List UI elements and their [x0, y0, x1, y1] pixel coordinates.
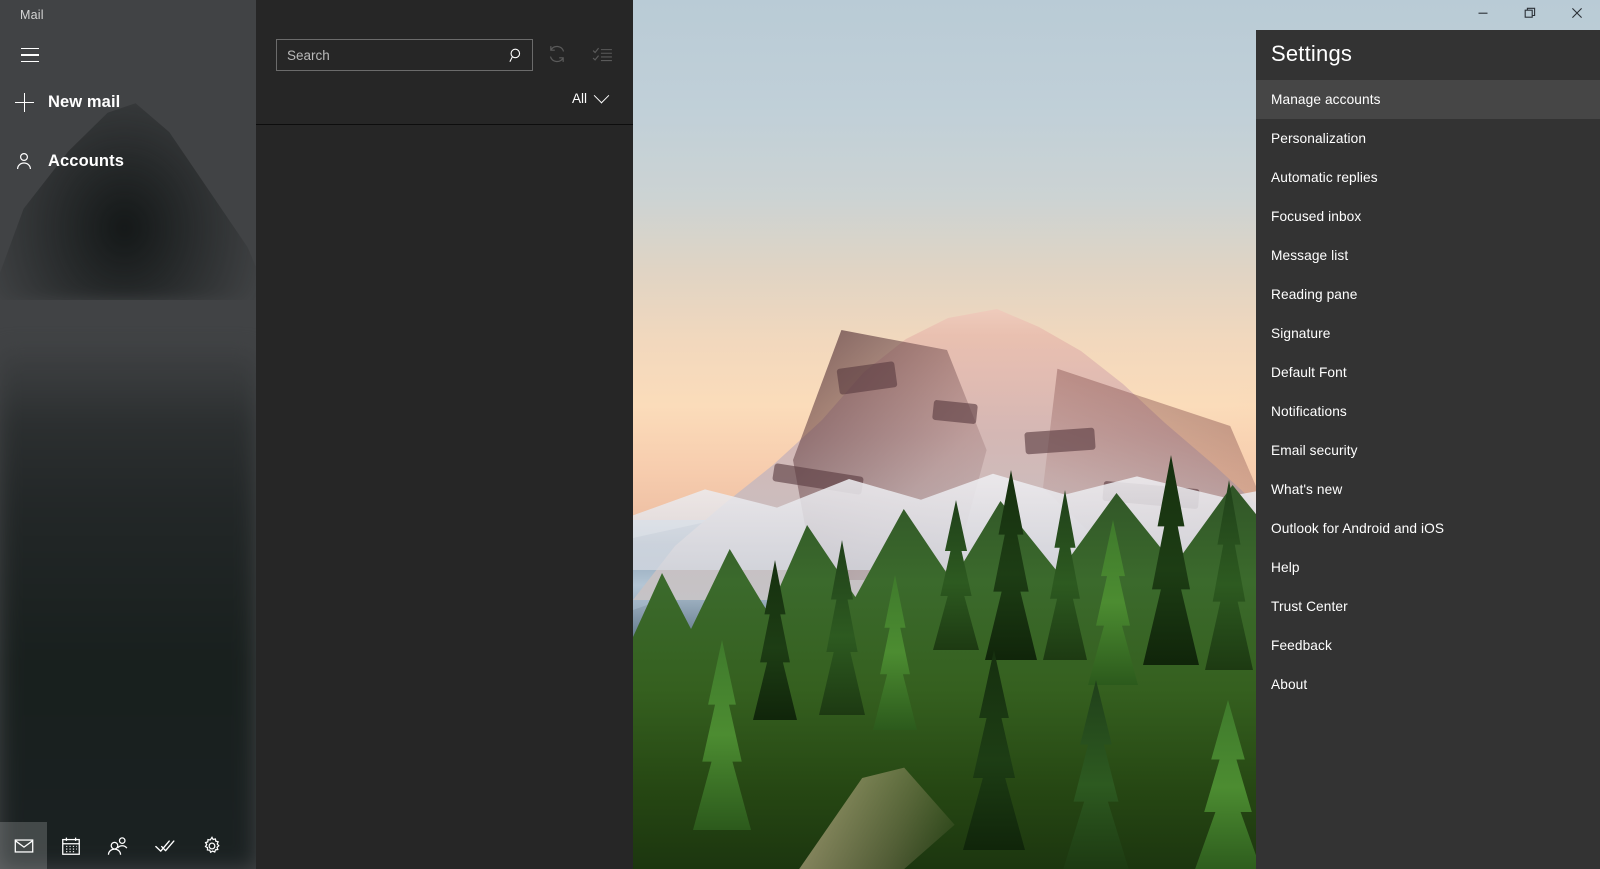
chevron-down-icon	[593, 87, 610, 104]
accounts-label: Accounts	[48, 151, 124, 170]
switcher-mail-button[interactable]	[0, 822, 47, 869]
person-icon	[0, 151, 48, 171]
settings-item-focused-inbox[interactable]: Focused inbox	[1256, 197, 1600, 236]
switcher-calendar-button[interactable]	[47, 822, 94, 869]
settings-item-automatic-replies[interactable]: Automatic replies	[1256, 158, 1600, 197]
mail-app-window: Mail New mail Accounts Search All Settin…	[0, 0, 1600, 869]
mail-icon	[13, 835, 35, 857]
filter-label: All	[571, 91, 587, 106]
sync-button[interactable]	[543, 42, 571, 70]
new-mail-button[interactable]: New mail	[0, 80, 256, 124]
message-filter-dropdown[interactable]: All	[571, 87, 610, 106]
maximize-button[interactable]	[1506, 0, 1553, 30]
settings-item-default-font[interactable]: Default Font	[1256, 353, 1600, 392]
hamburger-bar	[21, 60, 39, 63]
restore-icon	[1524, 6, 1536, 24]
app-title: Mail	[20, 8, 44, 22]
message-list-empty-area[interactable]	[256, 126, 633, 869]
settings-item-what-s-new[interactable]: What's new	[1256, 470, 1600, 509]
window-controls	[1459, 0, 1600, 30]
select-all-icon	[592, 44, 613, 69]
checkmark-icon	[153, 835, 177, 857]
settings-item-trust-center[interactable]: Trust Center	[1256, 587, 1600, 626]
settings-item-signature[interactable]: Signature	[1256, 314, 1600, 353]
search-input[interactable]	[277, 40, 500, 70]
settings-title: Settings	[1271, 41, 1353, 66]
settings-item-message-list[interactable]: Message list	[1256, 236, 1600, 275]
settings-item-list: Manage accounts Personalization Automatic …	[1256, 80, 1600, 704]
settings-item-feedback[interactable]: Feedback	[1256, 626, 1600, 665]
settings-item-reading-pane[interactable]: Reading pane	[1256, 275, 1600, 314]
close-icon	[1571, 6, 1583, 24]
minimize-button[interactable]	[1459, 0, 1506, 30]
switcher-todo-button[interactable]	[141, 822, 188, 869]
hamburger-bar	[21, 54, 39, 56]
selection-mode-button[interactable]	[588, 42, 616, 70]
settings-item-manage-accounts[interactable]: Manage accounts	[1256, 80, 1600, 119]
gear-icon	[201, 835, 223, 857]
new-mail-label: New mail	[48, 92, 121, 111]
settings-pane: Settings Manage accounts Personalization A…	[1256, 30, 1600, 869]
settings-item-about[interactable]: About	[1256, 665, 1600, 704]
switcher-settings-button[interactable]	[188, 822, 235, 869]
minimize-icon	[1477, 6, 1489, 24]
close-button[interactable]	[1553, 0, 1600, 30]
settings-item-email-security[interactable]: Email security	[1256, 431, 1600, 470]
plus-icon	[0, 92, 48, 112]
hamburger-menu-icon[interactable]	[7, 38, 53, 72]
hamburger-bar	[21, 47, 39, 50]
settings-item-notifications[interactable]: Notifications	[1256, 392, 1600, 431]
settings-item-personalization[interactable]: Personalization	[1256, 119, 1600, 158]
refresh-icon	[547, 44, 567, 69]
search-icon[interactable]	[500, 40, 532, 70]
people-icon	[106, 835, 130, 857]
left-navigation-rail: Mail New mail Accounts	[0, 0, 256, 869]
settings-item-help[interactable]: Help	[1256, 548, 1600, 587]
accounts-button[interactable]: Accounts	[0, 139, 256, 183]
message-list-toolbar: All	[256, 0, 633, 125]
calendar-icon	[60, 835, 82, 857]
switcher-people-button[interactable]	[94, 822, 141, 869]
message-list-column: All	[256, 0, 633, 869]
app-switcher-bar	[0, 822, 256, 869]
search-box[interactable]	[276, 39, 533, 71]
settings-item-outlook-for-android-and-ios[interactable]: Outlook for Android and iOS	[1256, 509, 1600, 548]
